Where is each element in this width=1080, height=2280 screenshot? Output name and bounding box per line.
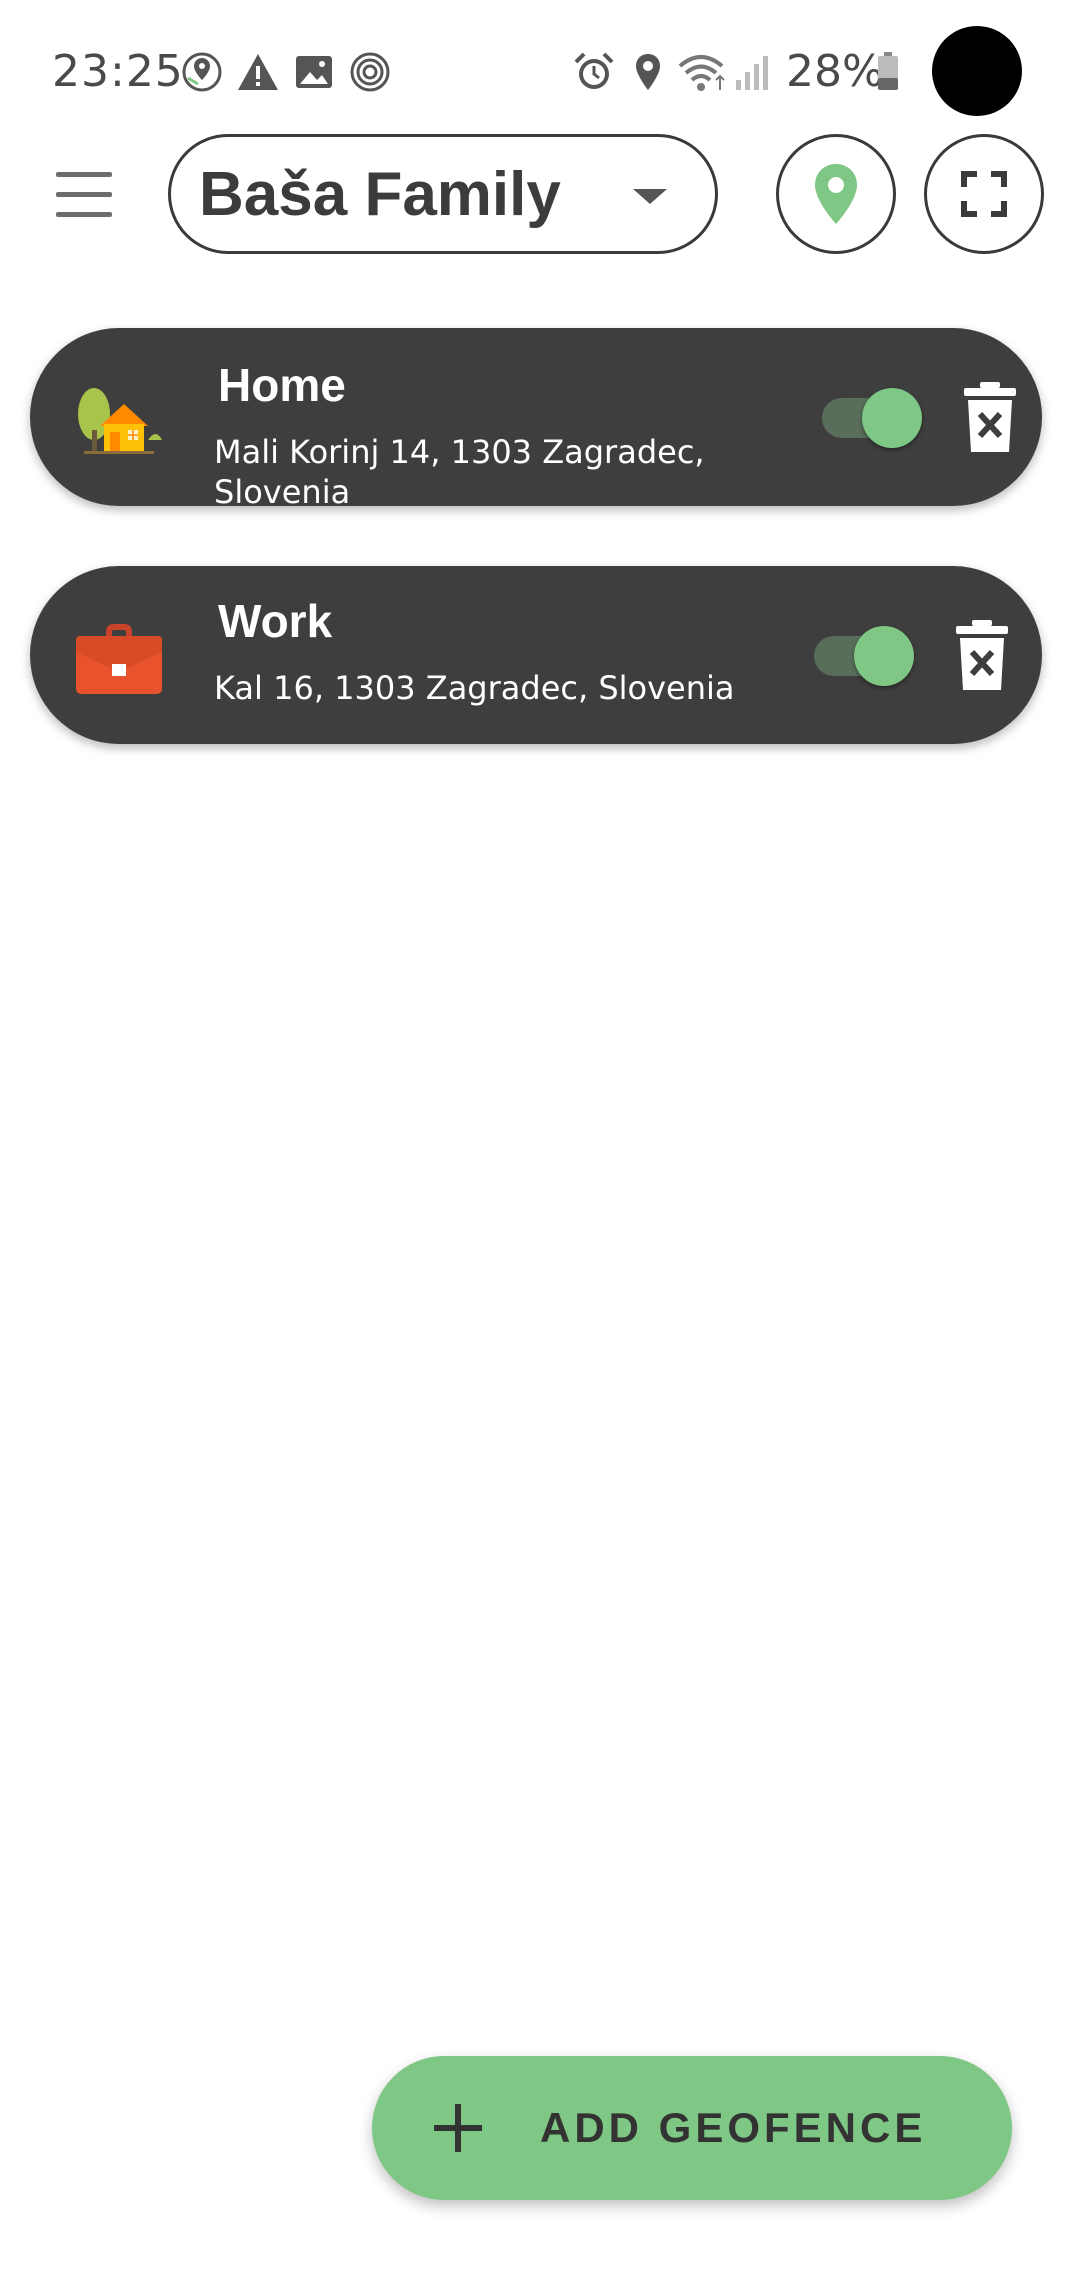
toggle-knob [854, 626, 914, 686]
image-icon [292, 50, 336, 94]
trash-icon [964, 382, 1016, 452]
geofence-address: Kal 16, 1303 Zagradec, Slovenia [214, 669, 735, 707]
alarm-icon [572, 50, 616, 94]
group-name: Baša Family [199, 160, 561, 229]
plus-icon [434, 2104, 482, 2152]
wifi-icon [676, 50, 726, 94]
menu-button[interactable] [48, 160, 120, 232]
menu-icon-bar [56, 192, 112, 197]
maps-notification-icon [180, 50, 224, 94]
add-geofence-button[interactable]: ADD GEOFENCE [372, 2056, 1012, 2200]
map-pin-icon [815, 164, 857, 224]
location-icon [626, 50, 670, 94]
status-time: 23:25 [52, 46, 184, 97]
fullscreen-icon [961, 171, 1007, 217]
briefcase-icon [74, 612, 164, 702]
battery-percentage: 28% [786, 46, 884, 97]
delete-button[interactable] [954, 620, 1010, 692]
geofence-card-work[interactable]: Work Kal 16, 1303 Zagradec, Slovenia [30, 566, 1042, 744]
signal-icon [732, 50, 776, 94]
group-selector-dropdown[interactable]: Baša Family [168, 134, 718, 254]
warning-icon [236, 50, 280, 94]
fullscreen-button[interactable] [924, 134, 1044, 254]
menu-icon [56, 172, 112, 177]
front-camera-cutout [932, 26, 1022, 116]
geofence-toggle[interactable] [814, 626, 914, 686]
fingerprint-icon [348, 50, 392, 94]
location-button[interactable] [776, 134, 896, 254]
geofence-name: Home [218, 359, 346, 411]
geofence-address: Mali Korinj 14, 1303 Zagradec, Slovenia [214, 433, 705, 511]
battery-icon [876, 50, 900, 94]
menu-icon-bar [56, 212, 112, 217]
house-icon [74, 374, 164, 464]
add-geofence-label: ADD GEOFENCE [540, 2104, 927, 2151]
delete-button[interactable] [962, 382, 1018, 454]
geofence-toggle[interactable] [822, 388, 922, 448]
chevron-down-icon [633, 189, 667, 204]
status-bar: 23:25 28% [0, 0, 1080, 116]
toggle-knob [862, 388, 922, 448]
trash-icon [956, 620, 1008, 690]
geofence-card-home[interactable]: Home Mali Korinj 14, 1303 Zagradec, Slov… [30, 328, 1042, 511]
geofence-name: Work [218, 595, 333, 647]
